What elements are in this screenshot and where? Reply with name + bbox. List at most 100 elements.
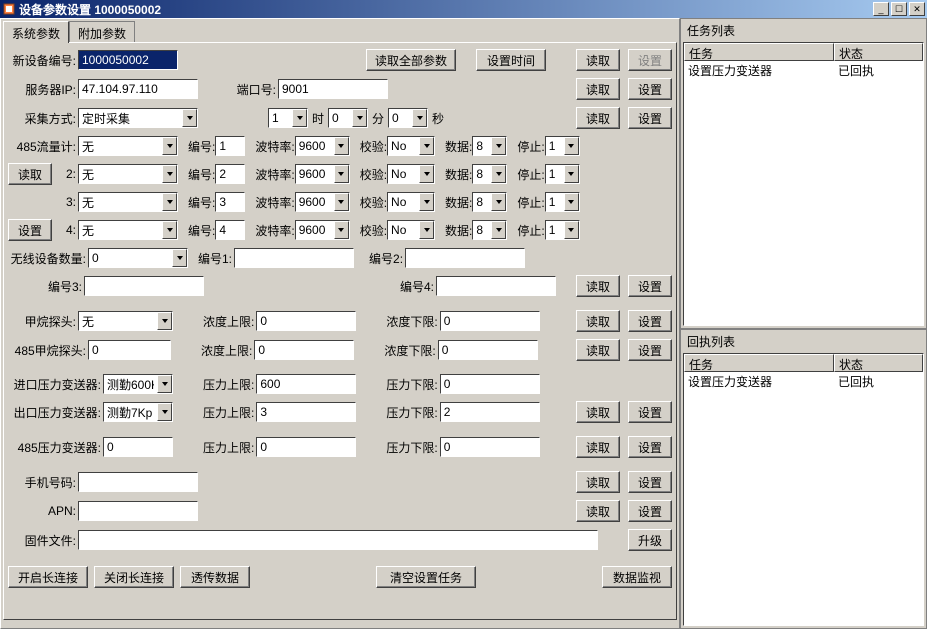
flow-baud-combo-0[interactable] xyxy=(295,136,350,156)
set-button-m485[interactable]: 设置 xyxy=(628,339,672,361)
chevron-down-icon[interactable] xyxy=(419,221,434,239)
receipt-listview[interactable]: 任务 状态 设置压力变送器 已回执 xyxy=(683,353,924,626)
flow-set-button[interactable]: 设置 xyxy=(8,219,52,241)
press-in-up-input[interactable] xyxy=(256,374,356,394)
chevron-down-icon[interactable] xyxy=(292,109,307,127)
read-button-m485[interactable]: 读取 xyxy=(576,339,620,361)
set-time-button[interactable]: 设置时间 xyxy=(476,49,546,71)
read-button-wireless[interactable]: 读取 xyxy=(576,275,620,297)
m485-up-input[interactable] xyxy=(254,340,354,360)
flow-val-combo-3[interactable] xyxy=(78,220,178,240)
set-button-press[interactable]: 设置 xyxy=(628,401,672,423)
chevron-down-icon[interactable] xyxy=(172,249,187,267)
chevron-down-icon[interactable] xyxy=(419,193,434,211)
flow-num-input-2[interactable] xyxy=(215,192,245,212)
close-button[interactable]: ✕ xyxy=(909,2,925,16)
new-device-input[interactable] xyxy=(78,50,178,70)
task-row[interactable]: 设置压力变送器 已回执 xyxy=(684,61,923,80)
read-button-press[interactable]: 读取 xyxy=(576,401,620,423)
flow-check-combo-3[interactable] xyxy=(387,220,435,240)
receipt-row[interactable]: 设置压力变送器 已回执 xyxy=(684,372,923,391)
read-button-server[interactable]: 读取 xyxy=(576,78,620,100)
flow-stop-combo-3[interactable] xyxy=(545,220,580,240)
chevron-down-icon[interactable] xyxy=(162,193,177,211)
chevron-down-icon[interactable] xyxy=(162,165,177,183)
chevron-down-icon[interactable] xyxy=(491,193,506,211)
m485-down-input[interactable] xyxy=(438,340,538,360)
set-button-methane[interactable]: 设置 xyxy=(628,310,672,332)
flow-read-button[interactable]: 读取 xyxy=(8,163,52,185)
p485-up-input[interactable] xyxy=(256,437,356,457)
chevron-down-icon[interactable] xyxy=(564,193,579,211)
wn1-input[interactable] xyxy=(234,248,354,268)
apn-input[interactable] xyxy=(78,501,198,521)
press-in-down-input[interactable] xyxy=(440,374,540,394)
hour-combo[interactable] xyxy=(268,108,308,128)
flow-check-combo-1[interactable] xyxy=(387,164,435,184)
firmware-input[interactable] xyxy=(78,530,598,550)
close-long-button[interactable]: 关闭长连接 xyxy=(94,566,174,588)
flow-num-input-3[interactable] xyxy=(215,220,245,240)
chevron-down-icon[interactable] xyxy=(334,193,349,211)
read-button-1[interactable]: 读取 xyxy=(576,49,620,71)
tab-system[interactable]: 系统参数 xyxy=(3,21,69,43)
flow-num-input-1[interactable] xyxy=(215,164,245,184)
methane-up-input[interactable] xyxy=(256,311,356,331)
press-out-up-input[interactable] xyxy=(256,402,356,422)
read-button-collect[interactable]: 读取 xyxy=(576,107,620,129)
minimize-button[interactable]: _ xyxy=(873,2,889,16)
p485-down-input[interactable] xyxy=(440,437,540,457)
chevron-down-icon[interactable] xyxy=(334,165,349,183)
open-long-button[interactable]: 开启长连接 xyxy=(8,566,88,588)
flow-stop-combo-1[interactable] xyxy=(545,164,580,184)
read-button-phone[interactable]: 读取 xyxy=(576,471,620,493)
chevron-down-icon[interactable] xyxy=(491,221,506,239)
flow-baud-combo-3[interactable] xyxy=(295,220,350,240)
set-button-p485[interactable]: 设置 xyxy=(628,436,672,458)
wireless-count-combo[interactable] xyxy=(88,248,188,268)
flow-baud-combo-1[interactable] xyxy=(295,164,350,184)
set-button-wireless[interactable]: 设置 xyxy=(628,275,672,297)
set-button-collect[interactable]: 设置 xyxy=(628,107,672,129)
chevron-down-icon[interactable] xyxy=(334,221,349,239)
upgrade-button[interactable]: 升级 xyxy=(628,529,672,551)
chevron-down-icon[interactable] xyxy=(491,137,506,155)
read-button-p485[interactable]: 读取 xyxy=(576,436,620,458)
data-monitor-button[interactable]: 数据监视 xyxy=(602,566,672,588)
flow-num-input-0[interactable] xyxy=(215,136,245,156)
read-button-apn[interactable]: 读取 xyxy=(576,500,620,522)
chevron-down-icon[interactable] xyxy=(419,165,434,183)
chevron-down-icon[interactable] xyxy=(564,165,579,183)
maximize-button[interactable]: ☐ xyxy=(891,2,907,16)
press485-input[interactable] xyxy=(103,437,173,457)
sec-combo[interactable] xyxy=(388,108,428,128)
flow-data-combo-0[interactable] xyxy=(472,136,507,156)
chevron-down-icon[interactable] xyxy=(182,109,197,127)
min-combo[interactable] xyxy=(328,108,368,128)
flow-val-combo-2[interactable] xyxy=(78,192,178,212)
chevron-down-icon[interactable] xyxy=(491,165,506,183)
flow-check-combo-2[interactable] xyxy=(387,192,435,212)
press-in-combo[interactable] xyxy=(103,374,173,394)
task-listview[interactable]: 任务 状态 设置压力变送器 已回执 xyxy=(683,42,924,326)
flow-stop-combo-2[interactable] xyxy=(545,192,580,212)
phone-input[interactable] xyxy=(78,472,198,492)
chevron-down-icon[interactable] xyxy=(412,109,427,127)
task-col-state[interactable]: 状态 xyxy=(834,43,923,61)
clear-tasks-button[interactable]: 清空设置任务 xyxy=(376,566,476,588)
read-all-button[interactable]: 读取全部参数 xyxy=(366,49,456,71)
chevron-down-icon[interactable] xyxy=(157,403,172,421)
flow-data-combo-1[interactable] xyxy=(472,164,507,184)
pass-data-button[interactable]: 透传数据 xyxy=(180,566,250,588)
chevron-down-icon[interactable] xyxy=(334,137,349,155)
chevron-down-icon[interactable] xyxy=(162,137,177,155)
flow-check-combo-0[interactable] xyxy=(387,136,435,156)
press-out-down-input[interactable] xyxy=(440,402,540,422)
set-button-apn[interactable]: 设置 xyxy=(628,500,672,522)
chevron-down-icon[interactable] xyxy=(419,137,434,155)
flow-stop-combo-0[interactable] xyxy=(545,136,580,156)
port-input[interactable] xyxy=(278,79,388,99)
wn3-input[interactable] xyxy=(84,276,204,296)
set-button-phone[interactable]: 设置 xyxy=(628,471,672,493)
wn2-input[interactable] xyxy=(405,248,525,268)
